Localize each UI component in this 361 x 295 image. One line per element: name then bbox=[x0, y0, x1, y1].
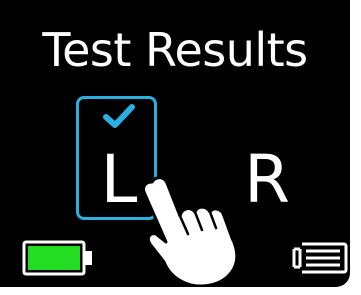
tapping-hand-icon bbox=[142, 176, 239, 287]
device-screen: Test Results L R bbox=[0, 0, 350, 287]
battery-fill bbox=[28, 246, 80, 270]
right-ear-option[interactable]: R bbox=[240, 143, 294, 217]
menu-list-icon[interactable] bbox=[292, 240, 350, 276]
screen-title: Test Results bbox=[42, 23, 308, 77]
battery-icon bbox=[22, 240, 92, 276]
checkmark-icon bbox=[103, 104, 135, 128]
